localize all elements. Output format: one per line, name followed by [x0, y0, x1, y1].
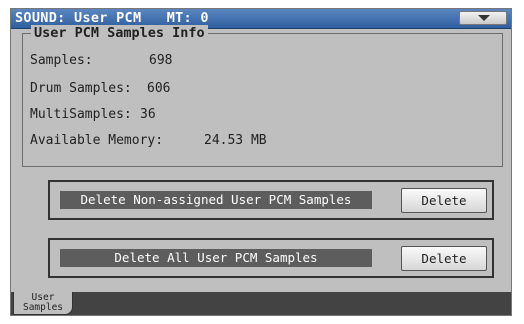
tab-label-line2: Samples: [22, 302, 64, 313]
multisamples-label: MultiSamples:: [30, 107, 132, 122]
delete-non-assigned-group: Delete Non-assigned User PCM Samples Del…: [48, 180, 494, 220]
tab-user-samples[interactable]: User Samples: [13, 292, 73, 315]
multisamples-value: 36: [140, 107, 156, 122]
samples-value: 698: [149, 53, 173, 68]
sound-user-pcm-screen: SOUND: User PCM MT: 0 User PCM Samples I…: [10, 8, 512, 316]
delete-all-button[interactable]: Delete: [401, 246, 487, 271]
drum-samples-label: Drum Samples:: [30, 81, 132, 96]
page-menu-button[interactable]: [459, 11, 507, 25]
delete-all-label: Delete All User PCM Samples: [60, 249, 372, 267]
drum-samples-value: 606: [147, 81, 171, 96]
available-memory-label: Available Memory:: [30, 133, 164, 148]
chevron-down-icon: [478, 15, 490, 21]
delete-non-assigned-label: Delete Non-assigned User PCM Samples: [60, 191, 372, 209]
delete-all-group: Delete All User PCM Samples Delete: [48, 238, 494, 278]
samples-label: Samples:: [30, 53, 93, 68]
user-pcm-samples-info-panel: User PCM Samples Info Samples: 698 Drum …: [22, 25, 503, 167]
panel-title: User PCM Samples Info: [31, 25, 208, 42]
available-memory-value: 24.53 MB: [204, 133, 267, 148]
tab-bar: User Samples: [11, 292, 511, 315]
delete-non-assigned-button[interactable]: Delete: [401, 188, 487, 213]
